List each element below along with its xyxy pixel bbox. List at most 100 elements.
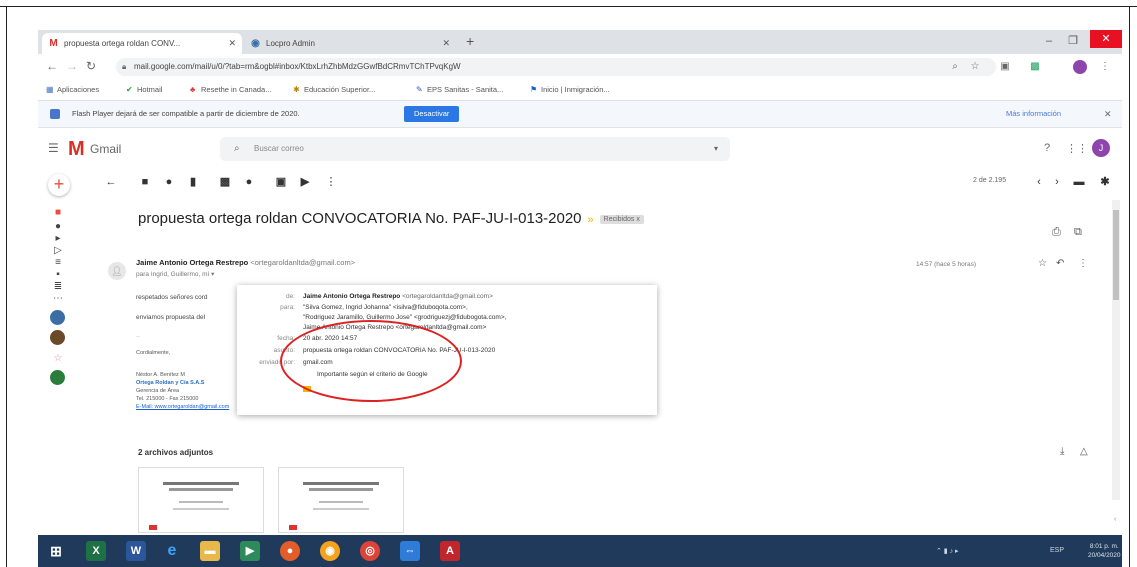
recipients-toggle[interactable]: para Ingrid, Guillermo, mí ▾ — [136, 270, 214, 278]
signature-link[interactable]: E-Mail: www.ortegaroldan@gmail.com — [136, 404, 229, 410]
chrome-icon[interactable]: ◎ — [360, 541, 380, 561]
bookmark-educacion[interactable]: ✱ Educación Superior... — [293, 80, 375, 100]
frame-border-left — [6, 6, 7, 567]
bookmark-canada[interactable]: ♣ Resethe in Canada... — [190, 80, 271, 100]
menu-icon[interactable]: ⋮ — [1098, 60, 1112, 74]
forward-icon[interactable]: → — [66, 59, 78, 73]
contact-avatar[interactable] — [50, 330, 65, 345]
gmail-logo[interactable]: M — [68, 138, 85, 161]
acrobat-icon[interactable]: A — [440, 541, 460, 561]
download-all-icon[interactable]: ⤓ — [1060, 446, 1064, 457]
snooze-icon[interactable]: ● — [243, 176, 255, 188]
excel-icon[interactable]: X — [86, 541, 106, 561]
address-bar[interactable]: 🔒︎ mail.google.com/mail/u/0/?tab=rm&ogbl… — [116, 58, 996, 76]
archive-icon[interactable]: ■ — [139, 176, 151, 188]
back-icon[interactable]: ← — [46, 59, 58, 73]
more-options-icon[interactable]: ⋮ — [325, 176, 337, 188]
vertical-scrollbar[interactable] — [1112, 200, 1120, 500]
extension-icon[interactable]: ▣ — [998, 60, 1012, 74]
close-icon[interactable]: ✕ — [228, 33, 236, 54]
attachment-thumbnail[interactable] — [278, 467, 404, 533]
frame-border-top — [0, 6, 1137, 7]
hamburger-menu-icon[interactable]: ☰ — [48, 141, 59, 155]
inbox-icon[interactable]: ■ — [52, 208, 64, 218]
bookmark-star-icon[interactable]: ☆ — [968, 60, 982, 74]
lock-icon: 🔒︎ — [122, 62, 127, 71]
bookmark-hotmail[interactable]: ✔ Hotmail — [126, 80, 162, 100]
contact-avatar[interactable] — [50, 370, 65, 385]
label-icon[interactable]: ≣ — [52, 282, 64, 292]
more-icon[interactable]: ⋯ — [52, 294, 64, 304]
tab-locpro[interactable]: ◉ Locpro Admin ✕ — [244, 33, 456, 54]
compose-button[interactable]: + — [48, 174, 70, 196]
delete-icon[interactable]: ▮ — [187, 176, 199, 188]
bookmark-eps[interactable]: ✎ EPS Sanitas - Sanita... — [416, 80, 503, 100]
disable-flash-button[interactable]: Desactivar — [404, 106, 460, 122]
browser-toolbar: ← → ↻ 🔒︎ mail.google.com/mail/u/0/?tab=r… — [38, 54, 1122, 80]
subject-text: propuesta ortega roldan CONVOCATORIA No.… — [138, 210, 582, 227]
bookmark-inmigracion[interactable]: ⚑ Inicio | Inmigración... — [530, 80, 610, 100]
close-infobar-button[interactable]: ✕ — [1104, 101, 1112, 127]
new-tab-button[interactable]: + — [466, 33, 474, 49]
report-spam-icon[interactable]: ● — [163, 176, 175, 188]
scrollbar-thumb[interactable] — [1113, 210, 1119, 300]
contact-avatar[interactable] — [50, 310, 65, 325]
minimize-button[interactable]: – — [1038, 30, 1060, 52]
star-icon[interactable]: ☆ — [1038, 258, 1047, 269]
search-input[interactable]: ⌕ Buscar correo ▾ — [220, 137, 730, 161]
tray-icons[interactable]: ⌃ ▮ ♪ ▸ — [936, 547, 959, 555]
reply-icon[interactable]: ↶ — [1056, 258, 1064, 269]
older-icon[interactable]: › — [1051, 176, 1063, 188]
restore-button[interactable]: ❐ — [1062, 30, 1084, 52]
save-to-drive-icon[interactable]: △ — [1080, 446, 1088, 457]
app-icon[interactable]: ◉ — [320, 541, 340, 561]
reload-icon[interactable]: ↻ — [86, 59, 96, 73]
firefox-icon[interactable]: ● — [280, 541, 300, 561]
drafts-icon[interactable]: ≡ — [52, 258, 64, 268]
explorer-icon[interactable]: ▬ — [200, 541, 220, 561]
tab-gmail[interactable]: M propuesta ortega roldan CONV... ✕ — [42, 33, 242, 54]
newer-icon[interactable]: ‹ — [1033, 176, 1045, 188]
new-window-icon[interactable]: ⧉ — [1074, 226, 1082, 239]
attachments-title: 2 archivos adjuntos — [138, 448, 214, 457]
puzzle-icon — [50, 109, 60, 119]
profile-avatar[interactable] — [1073, 60, 1087, 74]
sender-line[interactable]: Jaime Antonio Ortega Restrepo <ortegarol… — [136, 258, 355, 267]
sent-icon[interactable]: ▷ — [52, 246, 64, 256]
attachment-thumbnail[interactable] — [138, 467, 264, 533]
bookmark-apps[interactable]: ▦ Aplicaciones — [46, 80, 99, 100]
important-icon[interactable]: ▪ — [52, 270, 64, 280]
back-to-inbox-icon[interactable]: ← — [105, 176, 117, 188]
mark-unread-icon[interactable]: ▩ — [219, 176, 231, 188]
input-tools-icon[interactable]: ▬ — [1073, 176, 1085, 188]
sender-avatar: 👤︎ — [108, 262, 126, 280]
zoom-icon[interactable]: ⌕ — [948, 60, 962, 74]
word-icon[interactable]: W — [126, 541, 146, 561]
help-icon[interactable]: ? — [1040, 142, 1054, 154]
windows-icon[interactable]: ⊞ — [46, 541, 66, 561]
more-info-link[interactable]: Más información — [1006, 101, 1061, 127]
media-icon[interactable]: ▶ — [240, 541, 260, 561]
extension-icon[interactable]: ▩ — [1028, 60, 1042, 74]
close-window-button[interactable]: ✕ — [1090, 30, 1122, 48]
move-to-icon[interactable]: ▣ — [275, 176, 287, 188]
account-avatar[interactable]: J — [1092, 139, 1110, 157]
settings-gear-icon[interactable]: ✱ — [1099, 176, 1111, 188]
snoozed-icon[interactable]: ▸ — [52, 234, 64, 244]
labels-icon[interactable]: ▶ — [299, 176, 311, 188]
inbox-label-chip[interactable]: Recibidos x — [599, 214, 644, 224]
scroll-arrow-icon[interactable]: ‹ — [1114, 516, 1116, 523]
print-icon[interactable]: ⎙ — [1052, 226, 1061, 239]
search-icon[interactable]: ⌕ — [234, 137, 240, 161]
taskbar-clock[interactable]: 8:01 p. m. 20/04/2020 — [1088, 542, 1121, 560]
edge-icon[interactable]: e — [162, 541, 182, 561]
close-icon[interactable]: ✕ — [442, 33, 450, 54]
language-indicator[interactable]: ESP — [1050, 547, 1064, 554]
teamviewer-icon[interactable]: ⇔ — [400, 541, 420, 561]
search-options-icon[interactable]: ▾ — [714, 137, 718, 161]
important-marker-icon[interactable]: » — [588, 214, 594, 226]
starred-icon[interactable]: ● — [52, 222, 64, 232]
apps-grid-icon[interactable]: ⋮⋮ — [1066, 142, 1088, 155]
star-icon[interactable]: ☆ — [52, 354, 64, 364]
more-options-icon[interactable]: ⋮ — [1078, 258, 1088, 269]
